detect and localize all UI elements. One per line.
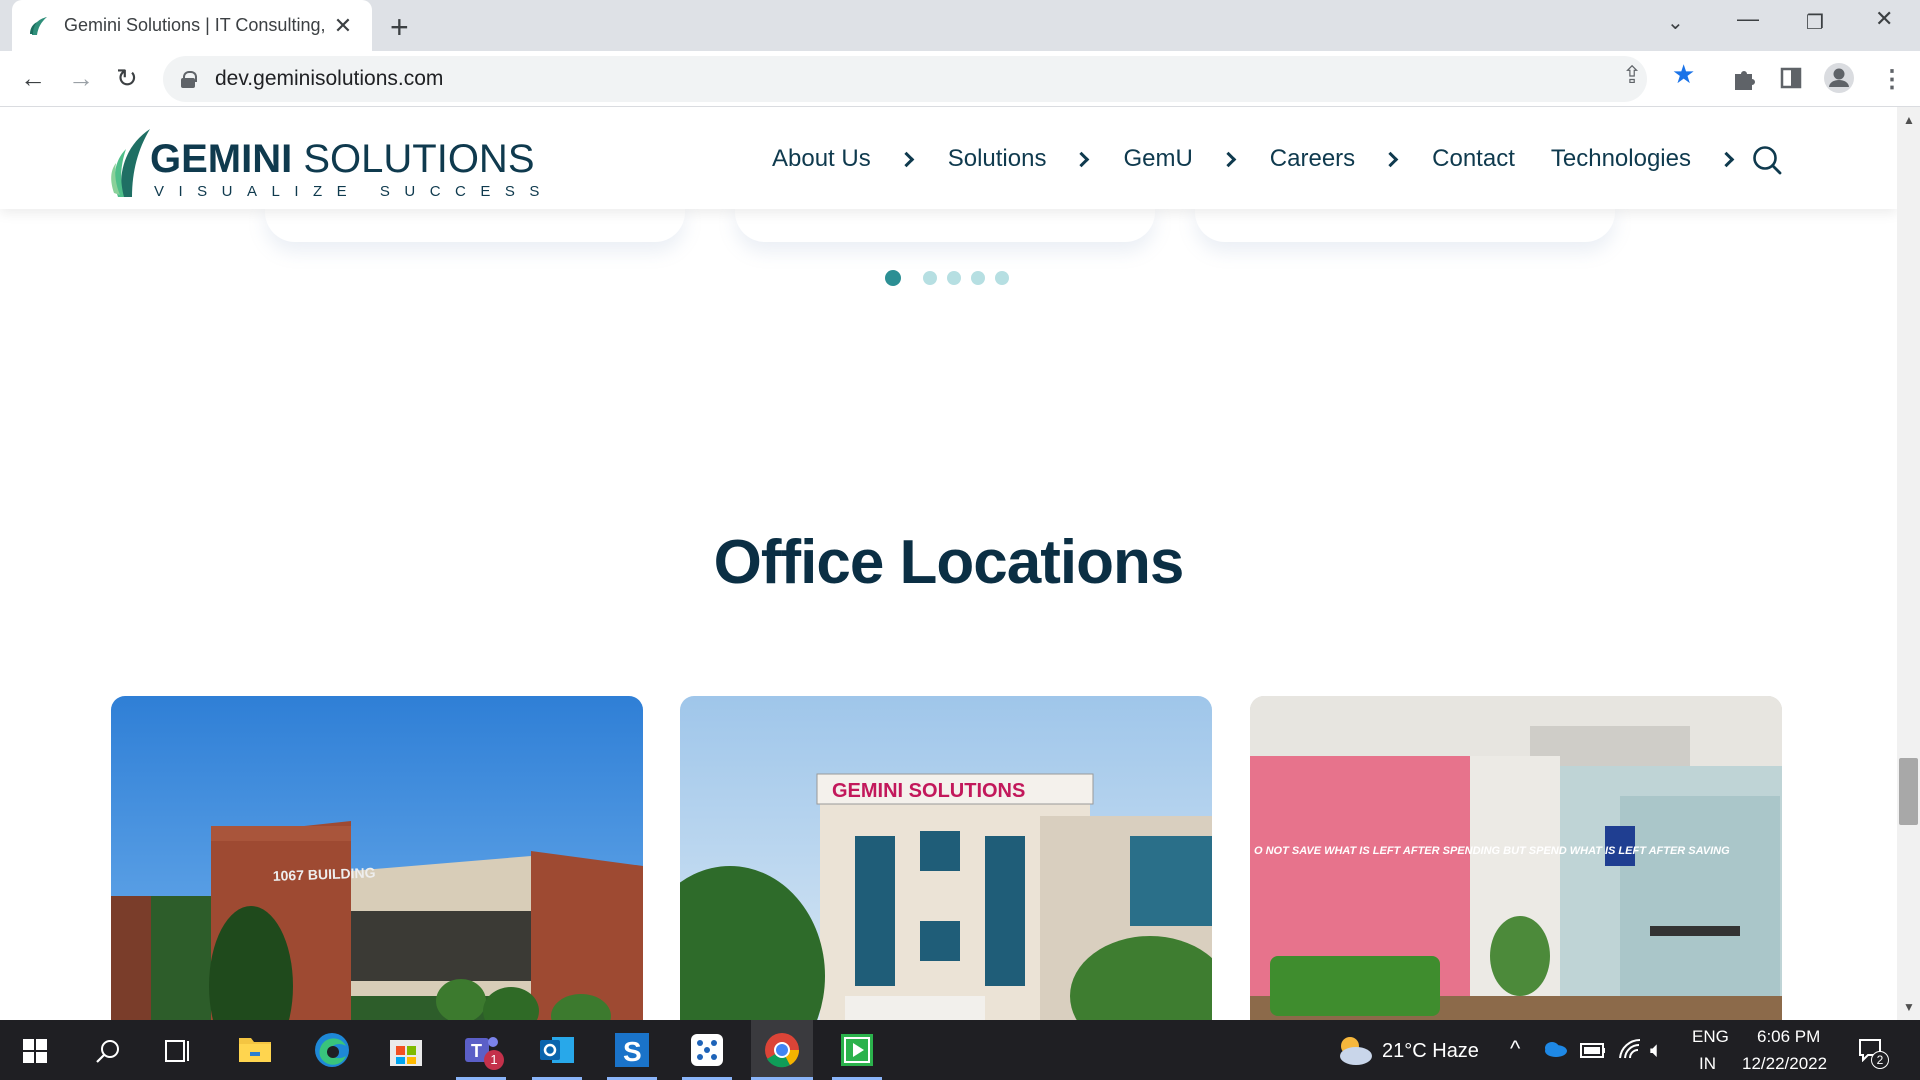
language-line1[interactable]: ENG — [1692, 1027, 1729, 1047]
battery-icon[interactable] — [1580, 1040, 1606, 1060]
lock-icon[interactable] — [181, 71, 197, 88]
share-icon[interactable]: ⇪ — [1622, 61, 1642, 90]
clock-time[interactable]: 6:06 PM — [1757, 1027, 1820, 1047]
windows-taskbar: T 1 S 21°C Haze ^ 🔈︎ ENG IN 6:06 PM 12/2… — [0, 1020, 1920, 1080]
gemini-office-photo: GEMINI SOLUTIONS — [680, 696, 1212, 1020]
notification-count-badge: 2 — [1871, 1051, 1889, 1069]
scroll-down-arrow-icon[interactable]: ▼ — [1903, 1000, 1915, 1014]
scrollbar-thumb[interactable] — [1899, 758, 1918, 825]
volume-speaker-icon[interactable]: 🔈︎ — [1650, 1037, 1663, 1063]
weather-cloud-sun-icon[interactable] — [1332, 1032, 1374, 1068]
windows-start-icon[interactable] — [23, 1039, 47, 1063]
logo-tagline: VISUALIZE SUCCESS — [154, 183, 554, 200]
chevron-right-icon[interactable] — [1074, 151, 1090, 167]
reload-icon[interactable]: ↻ — [116, 63, 138, 94]
chrome-icon[interactable] — [751, 1020, 813, 1080]
profile-avatar-icon[interactable] — [1823, 62, 1855, 94]
address-bar[interactable]: dev.geminisolutions.com — [163, 56, 1647, 102]
teams-notification-badge: 1 — [484, 1050, 504, 1070]
tab-close-icon[interactable]: ✕ — [330, 13, 356, 39]
nav-gemu[interactable]: GemU — [1123, 145, 1237, 173]
office-interior-photo: O NOT SAVE WHAT IS LEFT AFTER SPENDING B… — [1250, 696, 1782, 1020]
app-play-icon[interactable] — [826, 1020, 888, 1080]
chevron-right-icon[interactable] — [1718, 151, 1735, 167]
nav-contact[interactable]: Contact — [1432, 145, 1515, 173]
close-window-icon[interactable]: ✕ — [1875, 6, 1893, 32]
app-cube-icon[interactable] — [676, 1020, 738, 1080]
site-header: GEMINI SOLUTIONS VISUALIZE SUCCESS About… — [0, 107, 1897, 209]
logo-leaf-icon — [111, 129, 150, 197]
task-view-icon[interactable] — [165, 1038, 193, 1064]
location-card-india[interactable]: GEMINI SOLUTIONS — [680, 696, 1212, 1020]
back-arrow-icon[interactable]: ← — [20, 63, 46, 94]
wifi-icon[interactable] — [1618, 1038, 1642, 1060]
bookmark-star-icon[interactable]: ★ — [1672, 59, 1695, 90]
carousel-dot-active[interactable] — [885, 270, 901, 286]
app-s-icon[interactable]: S — [601, 1020, 663, 1080]
side-panel-icon[interactable] — [1780, 67, 1802, 89]
restore-icon[interactable]: ❐ — [1806, 10, 1824, 35]
forward-arrow-icon[interactable]: → — [68, 63, 94, 94]
chevron-right-icon[interactable] — [898, 151, 914, 167]
location-card-usa[interactable]: 1067 BUILDING — [111, 696, 643, 1020]
carousel-dot[interactable] — [995, 271, 1009, 285]
search-icon[interactable] — [95, 1038, 121, 1064]
office-building-photo: 1067 BUILDING — [111, 696, 643, 1020]
chevron-right-icon[interactable] — [1220, 151, 1237, 167]
carousel-dot[interactable] — [947, 271, 961, 285]
carousel-dot[interactable] — [923, 271, 937, 285]
extensions-puzzle-icon[interactable] — [1731, 66, 1757, 92]
main-navigation: About Us Solutions GemU Careers Contact … — [772, 145, 1768, 173]
tray-overflow-chevron-icon[interactable]: ^ — [1510, 1036, 1520, 1062]
chevron-right-icon[interactable] — [1382, 151, 1399, 167]
onedrive-cloud-icon[interactable] — [1542, 1040, 1568, 1058]
file-explorer-icon[interactable] — [238, 1034, 272, 1064]
clock-date[interactable]: 12/22/2022 — [1742, 1054, 1827, 1074]
url-text: dev.geminisolutions.com — [215, 67, 444, 90]
browser-toolbar: ← → ↻ dev.geminisolutions.com ⇪ ★ ⋮ — [0, 51, 1920, 107]
language-line2[interactable]: IN — [1699, 1054, 1716, 1074]
site-search-icon[interactable] — [1752, 145, 1782, 175]
building-sign-text: GEMINI SOLUTIONS — [832, 780, 1025, 802]
nav-about-us[interactable]: About Us — [772, 145, 914, 173]
store-icon[interactable] — [388, 1032, 424, 1068]
svg-text:S: S — [623, 1036, 642, 1067]
tab-search-chevron-icon[interactable]: ⌄ — [1667, 10, 1684, 35]
page-scrollbar[interactable] — [1897, 107, 1920, 1020]
gemini-solutions-logo[interactable]: GEMINI SOLUTIONS VISUALIZE SUCCESS — [110, 123, 539, 203]
wall-quote-text: O NOT SAVE WHAT IS LEFT AFTER SPENDING B… — [1254, 845, 1730, 857]
outlook-icon[interactable] — [526, 1020, 588, 1080]
new-tab-plus-icon[interactable]: + — [390, 9, 409, 46]
scroll-up-arrow-icon[interactable]: ▲ — [1903, 113, 1915, 127]
web-page: GEMINI SOLUTIONS VISUALIZE SUCCESS About… — [0, 107, 1897, 1020]
weather-text[interactable]: 21°C Haze — [1382, 1040, 1479, 1063]
logo-wordmark: GEMINI SOLUTIONS — [150, 137, 535, 181]
teams-icon[interactable]: T 1 — [450, 1020, 512, 1080]
minimize-icon[interactable]: — — [1737, 6, 1759, 32]
nav-careers[interactable]: Careers — [1270, 145, 1399, 173]
tab-title: Gemini Solutions | IT Consulting, — [64, 15, 326, 35]
nav-solutions[interactable]: Solutions — [948, 145, 1090, 173]
browser-tab[interactable]: Gemini Solutions | IT Consulting, ✕ — [12, 0, 372, 51]
browser-menu-icon[interactable]: ⋮ — [1880, 65, 1904, 94]
svg-text:T: T — [471, 1041, 482, 1061]
carousel-pagination — [885, 270, 1019, 286]
gemini-favicon-icon — [30, 16, 47, 35]
carousel-dot[interactable] — [971, 271, 985, 285]
browser-tab-strip: Gemini Solutions | IT Consulting, ✕ + ⌄ … — [0, 0, 1920, 51]
nav-technologies[interactable]: Technologies — [1551, 145, 1735, 173]
location-card-office-interior[interactable]: O NOT SAVE WHAT IS LEFT AFTER SPENDING B… — [1250, 696, 1782, 1020]
edge-icon[interactable] — [314, 1032, 350, 1068]
section-title-office-locations: Office Locations — [713, 528, 1185, 597]
